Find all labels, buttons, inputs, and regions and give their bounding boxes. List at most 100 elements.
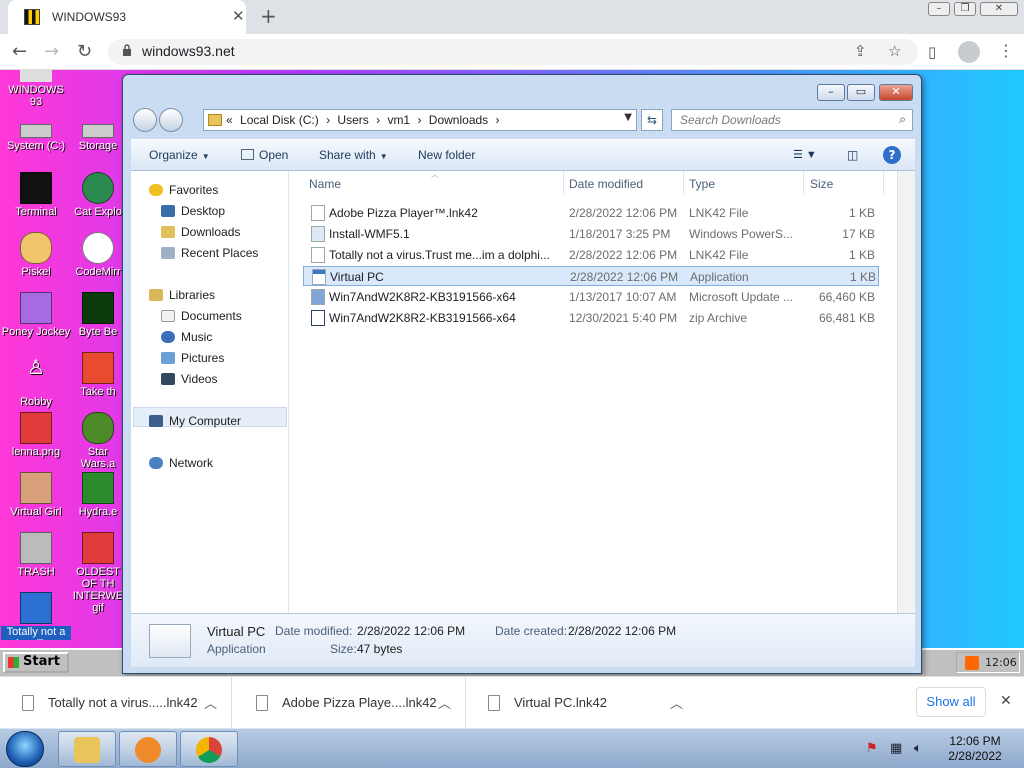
breadcrumb-downloads[interactable]: Downloads	[429, 113, 488, 127]
nav-my-computer-label[interactable]: My Computer	[149, 414, 241, 428]
column-header-name[interactable]: Name	[309, 177, 341, 191]
search-icon[interactable]: ⌕	[899, 112, 906, 127]
column-header-size[interactable]: Size	[810, 177, 833, 191]
windows-start-orb-icon[interactable]	[6, 731, 44, 767]
share-with-button[interactable]: Share with ▼	[319, 148, 388, 162]
desktop-icon-storage[interactable]: Storage	[72, 124, 124, 152]
explorer-back-icon[interactable]	[133, 108, 157, 132]
nav-network[interactable]: Network	[149, 456, 213, 470]
desktop-icon-trash[interactable]: TRASH	[1, 532, 71, 578]
explorer-address-bar[interactable]: « Local Disk (C:) › Users › vm1 › Downlo…	[203, 109, 637, 131]
window-close-icon[interactable]: ✕	[980, 2, 1018, 16]
chevron-up-icon[interactable]: ︿	[670, 693, 683, 712]
desktop-icon-star-wars[interactable]: Star Wars.a	[72, 412, 124, 470]
action-center-icon[interactable]: ⚑	[866, 741, 878, 756]
nav-documents[interactable]: Documents	[161, 309, 242, 323]
profile-avatar-icon[interactable]	[958, 41, 980, 63]
new-folder-button[interactable]: New folder	[418, 148, 475, 162]
breadcrumb-overflow[interactable]: «	[226, 113, 233, 127]
view-options-icon[interactable]: ☰ ▼	[793, 148, 817, 161]
nav-videos[interactable]: Videos	[161, 372, 217, 386]
file-row[interactable]: Install-WMF5.1 1/18/2017 3:25 PM Windows…	[303, 224, 879, 244]
omnibox[interactable]: windows93.net ⇪ ☆	[108, 39, 918, 65]
desktop-icon-totally-not-a-virus[interactable]: Totally not a virus.Trust	[1, 592, 71, 640]
desktop-icon-robby[interactable]: ♙ Robby	[1, 358, 71, 408]
search-input[interactable]: Search Downloads ⌕	[671, 109, 913, 131]
bookmark-star-icon[interactable]: ☆	[888, 42, 901, 60]
explorer-close-button[interactable]: ✕	[879, 84, 913, 101]
chevron-up-icon[interactable]: ︿	[204, 693, 217, 712]
network-tray-icon[interactable]: ▦	[890, 741, 902, 756]
desktop-icon-system-c[interactable]: System (C:)	[1, 124, 71, 152]
nav-music[interactable]: Music	[161, 330, 212, 344]
organize-button[interactable]: Organize ▼	[149, 148, 210, 162]
desktop-icon-lenna-png[interactable]: lenna.png	[1, 412, 71, 458]
file-row-selected[interactable]: Virtual PC 2/28/2022 12:06 PM Applicatio…	[303, 266, 879, 286]
refresh-icon[interactable]: ⇆	[641, 109, 663, 131]
taskbar-chrome-button[interactable]	[180, 731, 238, 767]
lock-icon[interactable]	[122, 44, 132, 57]
desktop-icon-oldest-gif[interactable]: OLDEST OF TH INTERWE gif	[72, 532, 124, 614]
column-header-date[interactable]: Date modified	[569, 177, 643, 191]
file-row[interactable]: Win7AndW2K8R2-KB3191566-x64 12/30/2021 5…	[303, 308, 879, 328]
desktop-icon-byte-beat[interactable]: Byte Be	[72, 292, 124, 338]
preview-pane-icon[interactable]: ◫	[847, 148, 858, 162]
desktop-icon-cat-explorer[interactable]: Cat Explo	[72, 172, 124, 218]
breadcrumb-sep[interactable]: ›	[376, 113, 380, 127]
tab-close-icon[interactable]: ✕	[232, 7, 245, 25]
window-minimize-icon[interactable]: –	[928, 2, 950, 16]
column-divider[interactable]	[683, 171, 684, 195]
close-downloads-icon[interactable]: ✕	[1000, 693, 1012, 709]
reload-icon[interactable]: ↻	[77, 41, 92, 62]
chevron-up-icon[interactable]: ︿	[438, 693, 451, 712]
browser-menu-icon[interactable]: ⋮	[998, 41, 1014, 60]
back-arrow-icon[interactable]: ←	[12, 41, 27, 62]
nav-pictures[interactable]: Pictures	[161, 351, 224, 365]
show-all-button[interactable]: Show all	[916, 687, 986, 717]
explorer-forward-icon[interactable]	[159, 108, 183, 132]
browser-tab[interactable]: WINDOWS93 ✕	[8, 0, 246, 34]
explorer-maximize-button[interactable]: ▭	[847, 84, 875, 101]
desktop-icon-piskel[interactable]: Piskel	[1, 232, 71, 278]
explorer-minimize-button[interactable]: –	[817, 84, 845, 101]
column-header-type[interactable]: Type	[689, 177, 715, 191]
desktop-icon-hydra[interactable]: Hydra.e	[72, 472, 124, 518]
breadcrumb-sep[interactable]: ›	[496, 113, 500, 127]
breadcrumb-users[interactable]: Users	[337, 113, 368, 127]
file-row[interactable]: Adobe Pizza Player™.lnk42 2/28/2022 12:0…	[303, 203, 879, 223]
download-item[interactable]: Adobe Pizza Playe....lnk42 ︿	[234, 677, 466, 729]
rss-icon[interactable]	[965, 656, 979, 670]
forward-arrow-icon[interactable]: →	[44, 41, 59, 62]
nav-libraries[interactable]: Libraries	[149, 288, 215, 302]
vertical-scrollbar[interactable]	[897, 171, 915, 613]
system-clock[interactable]: 12:06 PM 2/28/2022	[940, 734, 1010, 764]
open-button[interactable]: Open	[241, 148, 288, 162]
column-divider[interactable]	[803, 171, 804, 195]
windows93-start-button[interactable]: Start	[3, 652, 69, 673]
taskbar-media-player-button[interactable]	[119, 731, 177, 767]
new-tab-button[interactable]: +	[260, 4, 277, 28]
desktop-icon-windows93[interactable]: WINDOWS 93	[1, 70, 71, 108]
desktop-icon-poney-jockey[interactable]: Poney Jockey	[1, 292, 71, 338]
breadcrumb-sep[interactable]: ›	[417, 113, 421, 127]
volume-icon[interactable]: 🔈︎	[914, 741, 922, 756]
nav-favorites[interactable]: Favorites	[149, 183, 218, 197]
desktop-icon-virtual-girl[interactable]: Virtual Girl	[1, 472, 71, 518]
nav-desktop[interactable]: Desktop	[161, 204, 225, 218]
column-divider[interactable]	[563, 171, 564, 195]
side-panel-icon[interactable]: ▯	[928, 43, 936, 61]
window-restore-icon[interactable]: ❐	[954, 2, 976, 16]
nav-downloads[interactable]: Downloads	[161, 225, 240, 239]
file-row[interactable]: Win7AndW2K8R2-KB3191566-x64 1/13/2017 10…	[303, 287, 879, 307]
download-item[interactable]: Totally not a virus.....lnk42 ︿	[0, 677, 232, 729]
column-divider[interactable]	[883, 171, 884, 195]
breadcrumb-vm1[interactable]: vm1	[387, 113, 410, 127]
file-row[interactable]: Totally not a virus.Trust me...im a dolp…	[303, 245, 879, 265]
address-dropdown-icon[interactable]: ▼	[624, 112, 632, 123]
desktop-icon-terminal[interactable]: Terminal	[1, 172, 71, 218]
desktop-icon-take-the[interactable]: Take th	[72, 352, 124, 398]
breadcrumb-local-disk[interactable]: Local Disk (C:)	[240, 113, 319, 127]
breadcrumb-sep[interactable]: ›	[326, 113, 330, 127]
nav-recent-places[interactable]: Recent Places	[161, 246, 258, 260]
help-icon[interactable]: ?	[883, 146, 901, 164]
